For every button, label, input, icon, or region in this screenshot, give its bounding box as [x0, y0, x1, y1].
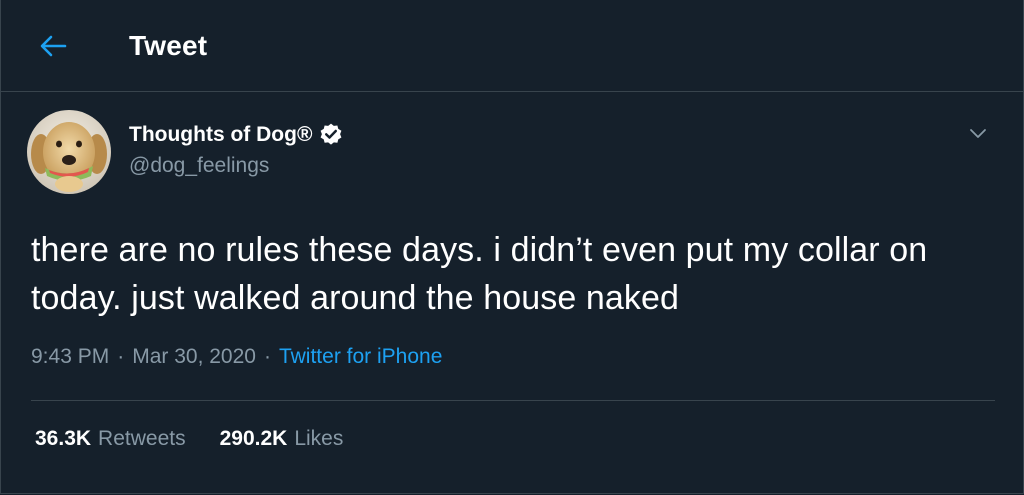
tweet-time[interactable]: 9:43 PM — [31, 342, 109, 372]
tweet-detail-page: Tweet Thoughts of Dog® @dog_feelings the… — [0, 0, 1024, 494]
display-name-row[interactable]: Thoughts of Dog® — [129, 122, 344, 148]
page-header: Tweet — [1, 0, 1023, 92]
avatar[interactable] — [27, 110, 111, 194]
tweet-date[interactable]: Mar 30, 2020 — [132, 342, 256, 372]
display-name[interactable]: Thoughts of Dog® — [129, 122, 312, 148]
page-title: Tweet — [129, 29, 208, 61]
tweet-stats: 36.3K Retweets 290.2K Likes — [31, 401, 993, 451]
retweets-stat[interactable]: 36.3K Retweets — [35, 427, 186, 451]
tweet-menu-button[interactable] — [967, 122, 989, 144]
arrow-left-icon — [40, 35, 67, 56]
tweet-author: Thoughts of Dog® @dog_feelings — [27, 92, 993, 194]
likes-count: 290.2K — [219, 427, 288, 450]
tweet-text: there are no rules these days. i didn’t … — [31, 231, 928, 317]
tweet-source-link[interactable]: Twitter for iPhone — [279, 342, 442, 372]
tweet-metadata: 9:43 PM · Mar 30, 2020 · Twitter for iPh… — [31, 342, 993, 372]
tweet-card: Thoughts of Dog® @dog_feelings there are… — [1, 92, 1023, 451]
user-handle[interactable]: @dog_feelings — [129, 151, 344, 181]
retweets-label: Retweets — [98, 427, 186, 450]
verified-badge-icon — [318, 122, 344, 148]
likes-stat[interactable]: 290.2K Likes — [220, 427, 344, 451]
dog-avatar-image — [27, 110, 111, 194]
retweets-count: 36.3K — [35, 427, 92, 450]
back-button[interactable] — [39, 32, 67, 60]
likes-label: Likes — [294, 427, 344, 450]
author-names: Thoughts of Dog® @dog_feelings — [129, 110, 344, 181]
chevron-down-icon — [970, 129, 986, 138]
meta-separator: · — [263, 345, 271, 368]
meta-separator: · — [117, 345, 125, 368]
